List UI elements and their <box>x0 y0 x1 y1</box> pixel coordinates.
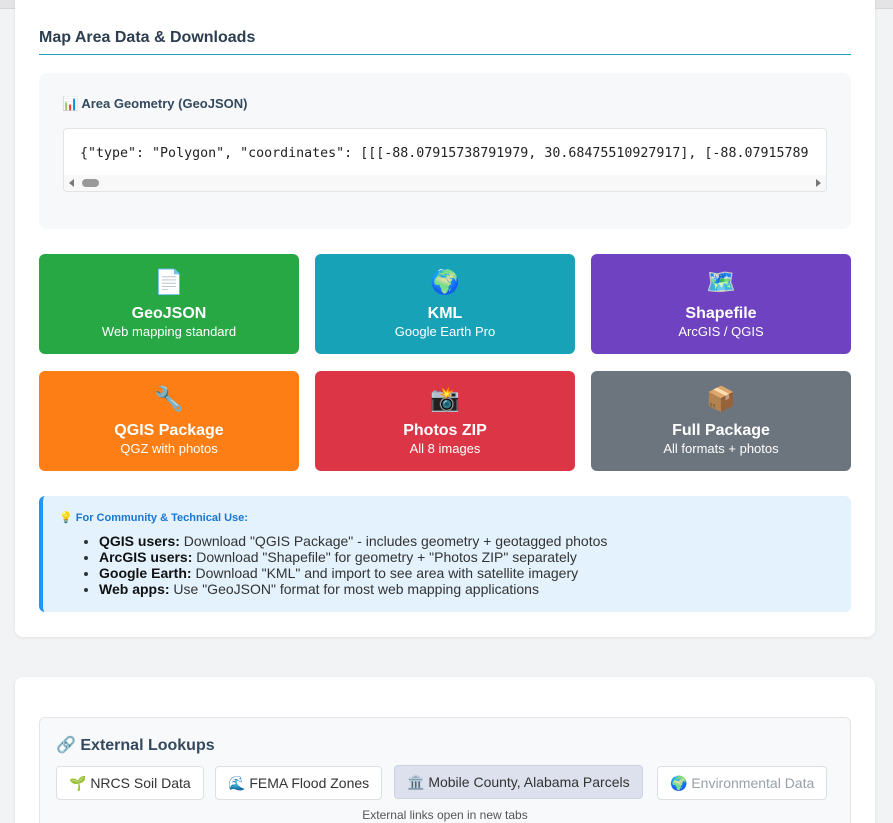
scrollbar-thumb[interactable] <box>82 179 99 187</box>
external-links-note: External links open in new tabs <box>362 808 528 822</box>
download-title: Photos ZIP <box>403 422 487 439</box>
section-divider <box>39 54 851 55</box>
download-title: Shapefile <box>685 305 757 322</box>
section-title: Map Area Data & Downloads <box>39 29 256 46</box>
download-title: GeoJSON <box>131 305 207 322</box>
tip-text: Download "Shapefile" for geometry + "Pho… <box>192 549 577 565</box>
map-area-data-card: Map Area Data & Downloads 📊 Area Geometr… <box>15 0 875 637</box>
tip-label: ArcGIS users: <box>99 549 193 565</box>
fema-flood-zones-button[interactable]: 🌊 FEMA Flood Zones <box>215 766 383 800</box>
list-item: Web apps: Use "GeoJSON" format for most … <box>99 581 607 597</box>
tip-label: Web apps: <box>99 581 170 597</box>
tip-text: Download "KML" and import to see area wi… <box>191 565 579 581</box>
download-shapefile-button[interactable]: 🗺️ Shapefile ArcGIS / QGIS <box>591 254 851 354</box>
area-geometry-panel: 📊 Area Geometry (GeoJSON) {"type": "Poly… <box>39 73 851 229</box>
geojson-code-text: {"type": "Polygon", "coordinates": [[[-8… <box>80 146 809 161</box>
download-full-package-button[interactable]: 📦 Full Package All formats + photos <box>591 371 851 471</box>
tip-label: Google Earth: <box>99 565 192 581</box>
county-parcels-button[interactable]: 🏛️ Mobile County, Alabama Parcels <box>394 765 643 799</box>
download-photos-zip-button[interactable]: 📸 Photos ZIP All 8 images <box>315 371 575 471</box>
area-geometry-label: 📊 Area Geometry (GeoJSON) <box>62 96 248 111</box>
download-subtitle: ArcGIS / QGIS <box>678 324 764 339</box>
package-icon: 📦 <box>706 386 736 413</box>
external-lookups-panel: 🔗 External Lookups 🌱 NRCS Soil Data 🌊 FE… <box>39 717 851 823</box>
download-subtitle: QGZ with photos <box>120 441 218 456</box>
download-subtitle: All formats + photos <box>663 441 779 456</box>
list-item: Google Earth: Download "KML" and import … <box>99 565 607 581</box>
scroll-left-arrow-icon[interactable] <box>69 179 74 187</box>
list-item: QGIS users: Download "QGIS Package" - in… <box>99 533 607 549</box>
download-title: QGIS Package <box>114 422 224 439</box>
document-icon: 📄 <box>154 269 184 296</box>
download-subtitle: Web mapping standard <box>101 324 237 339</box>
usage-tips-heading: 💡 For Community & Technical Use: <box>59 512 248 524</box>
list-item: ArcGIS users: Download "Shapefile" for g… <box>99 549 607 565</box>
camera-icon: 📸 <box>430 386 460 413</box>
wrench-icon: 🔧 <box>154 386 184 413</box>
usage-tips-list: QGIS users: Download "QGIS Package" - in… <box>99 533 607 597</box>
download-geojson-button[interactable]: 📄 GeoJSON Web mapping standard <box>39 254 299 354</box>
usage-tips-box: 💡 For Community & Technical Use: QGIS us… <box>39 496 851 612</box>
geojson-code-block[interactable]: {"type": "Polygon", "coordinates": [[[-8… <box>63 128 827 192</box>
tip-label: QGIS users: <box>99 533 180 549</box>
scroll-right-arrow-icon[interactable] <box>816 179 821 187</box>
download-title: KML <box>427 305 463 322</box>
tip-text: Use "GeoJSON" format for most web mappin… <box>169 581 539 597</box>
external-lookups-card: 🔗 External Lookups 🌱 NRCS Soil Data 🌊 FE… <box>15 677 875 823</box>
download-subtitle: All 8 images <box>409 441 481 456</box>
download-subtitle: Google Earth Pro <box>394 324 496 339</box>
tip-text: Download "QGIS Package" - includes geome… <box>179 533 608 549</box>
environmental-data-button[interactable]: 🌍 Environmental Data <box>657 766 828 800</box>
nrcs-soil-data-button[interactable]: 🌱 NRCS Soil Data <box>56 766 204 800</box>
horizontal-scrollbar[interactable] <box>64 175 826 191</box>
globe-icon: 🌍 <box>430 269 460 296</box>
download-title: Full Package <box>672 422 770 439</box>
download-qgis-package-button[interactable]: 🔧 QGIS Package QGZ with photos <box>39 371 299 471</box>
download-kml-button[interactable]: 🌍 KML Google Earth Pro <box>315 254 575 354</box>
map-icon: 🗺️ <box>706 269 736 296</box>
external-lookups-title: 🔗 External Lookups <box>56 737 215 754</box>
